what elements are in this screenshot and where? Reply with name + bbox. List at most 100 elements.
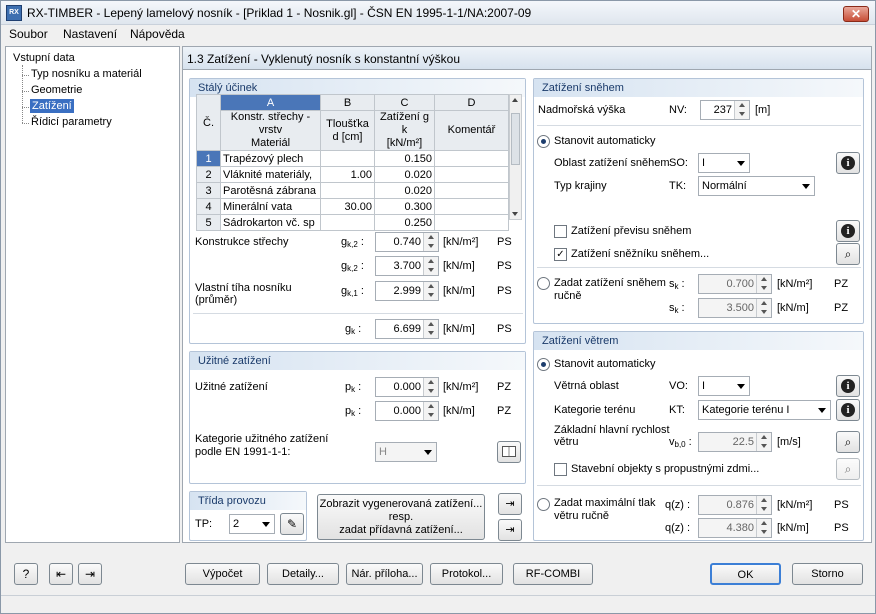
cell-g[interactable]: 0.020 [374,166,435,183]
cell-g[interactable]: 0.300 [374,198,435,215]
snih-auto-radio[interactable] [537,135,550,148]
spinner-icon [756,275,771,293]
menu-napoveda[interactable]: Nápověda [130,27,185,41]
qz-a-unit: [kN/m²] [777,499,813,511]
table-row[interactable]: 4 Minerální vata 30.00 0.300 [196,198,509,215]
cell-material[interactable]: Sádrokarton vč. sp [220,214,321,231]
scroll-thumb[interactable] [511,113,520,165]
previs-info-button[interactable]: i [836,220,860,242]
close-button[interactable]: ✕ [843,6,869,22]
sk-b-input[interactable]: 3.500 [698,298,772,318]
export-button-1[interactable]: ⇥ [498,493,522,515]
vitr-rucne-radio[interactable] [537,498,550,511]
cell-material[interactable]: Minerální vata [220,198,321,215]
cell-material[interactable]: Parotěsná zábrana [220,182,321,199]
row-number[interactable]: 1 [196,150,221,167]
menu-soubor[interactable]: Soubor [9,27,48,41]
storno-button[interactable]: Storno [792,563,863,585]
table-row[interactable]: 2 Vláknité materiály, 1.00 0.020 [196,166,509,183]
previs-checkbox[interactable] [554,225,567,238]
vb-detail-button[interactable]: ⌕ [836,431,860,453]
stavebni-checkbox[interactable] [554,463,567,476]
so-select[interactable]: I [698,153,750,173]
vo-info-button[interactable]: i [836,375,860,397]
tree-item-ridici-parametry[interactable]: Řídicí parametry [31,116,112,128]
priloha-button[interactable]: Nár. příloha... [346,563,423,585]
scroll-up-icon[interactable] [512,98,518,102]
detaily-button[interactable]: Detaily... [267,563,339,585]
tree-item-zatizeni[interactable]: Zatížení [30,99,74,113]
dropdown-icon [262,522,270,527]
vypocet-button[interactable]: Výpočet [185,563,260,585]
export-button-2[interactable]: ⇥ [498,519,522,541]
nv-input[interactable]: 237 [700,100,750,120]
cell-komentar[interactable] [434,150,509,167]
scroll-down-icon[interactable] [512,212,518,216]
cell-g[interactable]: 0.020 [374,182,435,199]
cell-d[interactable] [320,214,375,231]
menu-nastaveni[interactable]: Nastavení [63,27,117,41]
cell-material[interactable]: Trapézový plech [220,150,321,167]
sk-a-input[interactable]: 0.700 [698,274,772,294]
table-scrollbar[interactable] [509,94,522,220]
gk2-a-input[interactable]: 0.740 [375,232,439,252]
stale-table[interactable]: Č. A B C D Konstr. střechy - vrstv Mater… [196,94,509,231]
col-letter-c[interactable]: C [374,94,435,111]
dropdown-icon [737,384,745,389]
snehnik-detail-button[interactable]: ⌕ [836,243,860,265]
qz-a-input[interactable]: 0.876 [698,495,772,515]
qz-b-input[interactable]: 4.380 [698,518,772,538]
so-info-button[interactable]: i [836,152,860,174]
kategorie-uzitne-select[interactable]: H [375,442,437,462]
kt-select[interactable]: Kategorie terénu I [698,400,831,420]
col-letter-a[interactable]: A [220,94,321,111]
kt-info-button[interactable]: i [836,399,860,421]
tk-select[interactable]: Normální [698,176,815,196]
cell-komentar[interactable] [434,182,509,199]
book-button[interactable] [497,441,521,463]
pk-b-input[interactable]: 0.000 [375,401,439,421]
tp-edit-button[interactable]: ✎ [280,513,304,535]
gk-input[interactable]: 6.699 [375,319,439,339]
cell-d[interactable]: 30.00 [320,198,375,215]
row-number[interactable]: 3 [196,182,221,199]
ok-button[interactable]: OK [710,563,781,585]
tp-select[interactable]: 2 [229,514,275,534]
gk1-input[interactable]: 2.999 [375,281,439,301]
row-number[interactable]: 5 [196,214,221,231]
tree-root[interactable]: Vstupní data [13,52,75,64]
qz-b-code: PS [834,522,849,534]
stavebni-detail-button[interactable]: ⌕ [836,458,860,480]
cell-d[interactable]: 1.00 [320,166,375,183]
table-row[interactable]: 3 Parotěsná zábrana 0.020 [196,182,509,199]
gk2-b-input[interactable]: 3.700 [375,256,439,276]
snehnik-checkbox[interactable]: ✓ [554,248,567,261]
help-button[interactable]: ? [14,563,38,585]
cell-g[interactable]: 0.150 [374,150,435,167]
import-button[interactable]: ⇤ [49,563,73,585]
col-letter-b[interactable]: B [320,94,375,111]
vo-select[interactable]: I [698,376,750,396]
cell-d[interactable] [320,150,375,167]
pk-a-input[interactable]: 0.000 [375,377,439,397]
vitr-auto-radio[interactable] [537,358,550,371]
protokol-button[interactable]: Protokol... [430,563,503,585]
tree-item-geometrie[interactable]: Geometrie [31,84,82,96]
row-number[interactable]: 2 [196,166,221,183]
cell-d[interactable] [320,182,375,199]
export-dialog-button[interactable]: ⇥ [78,563,102,585]
col-letter-d[interactable]: D [434,94,509,111]
row-number[interactable]: 4 [196,198,221,215]
table-row[interactable]: 1 Trapézový plech 0.150 [196,150,509,167]
vb-input[interactable]: 22.5 [698,432,772,452]
cell-komentar[interactable] [434,198,509,215]
rf-combi-button[interactable]: RF-COMBI [513,563,593,585]
table-row[interactable]: 5 Sádrokarton vč. sp 0.250 [196,214,509,231]
cell-material[interactable]: Vláknité materiály, [220,166,321,183]
cell-komentar[interactable] [434,166,509,183]
cell-komentar[interactable] [434,214,509,231]
cell-g[interactable]: 0.250 [374,214,435,231]
zobrazit-zatizeni-button[interactable]: Zobrazit vygenerovaná zatížení... resp. … [317,494,485,540]
tree-item-typ-nosniku[interactable]: Typ nosníku a materiál [31,68,142,80]
snih-rucne-radio[interactable] [537,277,550,290]
